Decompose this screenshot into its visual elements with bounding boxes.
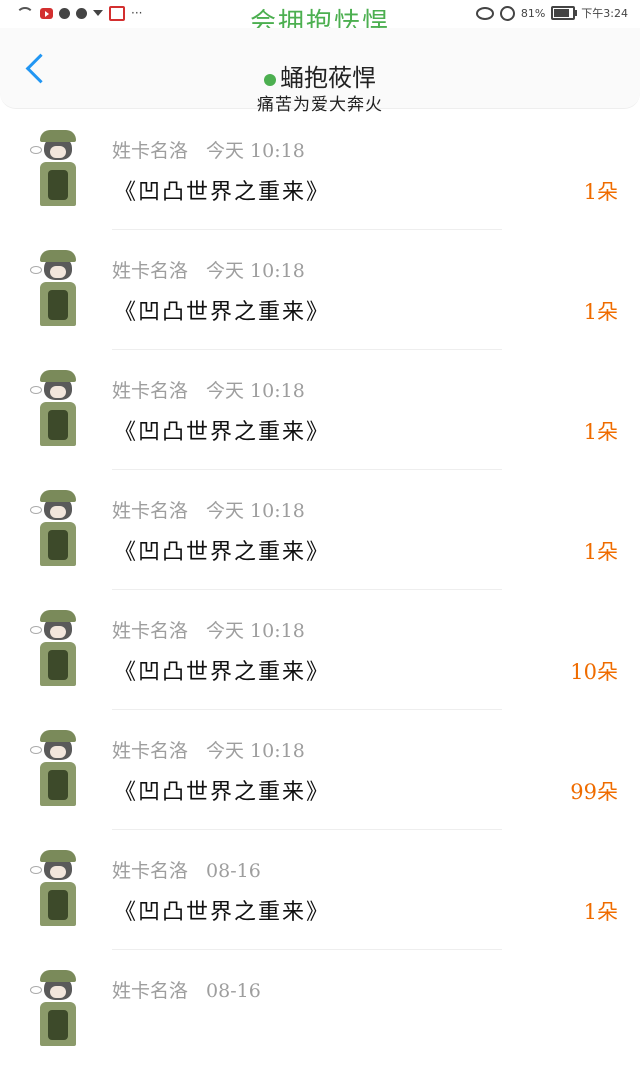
item-meta: 姓卡名洛 今天 10:18 — [112, 136, 305, 163]
item-amount: 1朵 — [583, 180, 618, 204]
page-title: 蛹抱莜悍 — [0, 58, 640, 93]
item-amount: 1朵 — [583, 900, 618, 924]
status-bar-right: 81% 下午3:24 — [475, 5, 628, 21]
avatar[interactable] — [30, 610, 80, 686]
item-title: 《凹凸世界之重来》 — [114, 180, 331, 205]
list-item[interactable]: 姓卡名洛 08-16 《凹凸世界之重来》 1朵 — [0, 830, 640, 950]
avatar[interactable] — [30, 130, 80, 206]
item-title: 《凹凸世界之重来》 — [114, 300, 331, 325]
timestamp: 今天 10:18 — [206, 740, 305, 762]
item-meta: 姓卡名洛 今天 10:18 — [112, 616, 305, 643]
alarm-icon — [499, 5, 515, 21]
timestamp: 今天 10:18 — [206, 500, 305, 522]
item-title: 《凹凸世界之重来》 — [114, 780, 331, 805]
item-title: 《凹凸世界之重来》 — [114, 420, 331, 445]
avatar[interactable] — [30, 370, 80, 446]
timestamp: 今天 10:18 — [206, 380, 305, 402]
avatar[interactable] — [30, 970, 80, 1046]
username: 姓卡名洛 — [112, 860, 189, 882]
list-item[interactable]: 姓卡名洛 今天 10:18 《凹凸世界之重来》 99朵 — [0, 710, 640, 830]
list-item[interactable]: 姓卡名洛 今天 10:18 《凹凸世界之重来》 1朵 — [0, 350, 640, 470]
item-meta: 姓卡名洛 今天 10:18 — [112, 376, 305, 403]
list-item[interactable]: 姓卡名洛 今天 10:18 《凹凸世界之重来》 1朵 — [0, 110, 640, 230]
item-title: 《凹凸世界之重来》 — [114, 660, 331, 685]
timestamp: 今天 10:18 — [206, 260, 305, 282]
status-bar: ··· 会拥抱怯悍 81% 下午3:24 — [0, 0, 640, 38]
timestamp: 08-16 — [206, 980, 261, 1002]
gift-list: 姓卡名洛 今天 10:18 《凹凸世界之重来》 1朵 姓卡名洛 今天 10:18 《… — [0, 110, 640, 1070]
leaf-icon — [264, 73, 276, 86]
username: 姓卡名洛 — [112, 140, 189, 162]
item-meta: 姓卡名洛 今天 10:18 — [112, 496, 305, 523]
username: 姓卡名洛 — [112, 740, 189, 762]
username: 姓卡名洛 — [112, 980, 189, 1002]
item-meta: 姓卡名洛 08-16 — [112, 976, 261, 1003]
item-amount: 1朵 — [583, 300, 618, 324]
item-meta: 姓卡名洛 今天 10:18 — [112, 256, 305, 283]
timestamp: 今天 10:18 — [206, 620, 305, 642]
timestamp: 今天 10:18 — [206, 140, 305, 162]
username: 姓卡名洛 — [112, 620, 189, 642]
avatar[interactable] — [30, 730, 80, 806]
username: 姓卡名洛 — [112, 500, 189, 522]
item-amount: 99朵 — [570, 780, 618, 804]
battery-percent: 81% — [520, 6, 546, 20]
timestamp: 08-16 — [206, 860, 261, 882]
item-title: 《凹凸世界之重来》 — [114, 540, 331, 565]
avatar[interactable] — [30, 490, 80, 566]
username: 姓卡名洛 — [112, 380, 189, 402]
item-meta: 姓卡名洛 08-16 — [112, 856, 261, 883]
eye-icon — [475, 6, 494, 20]
page-header: 蛹抱莜悍 痛苦为爱大奔火 — [0, 28, 640, 115]
username: 姓卡名洛 — [112, 260, 189, 282]
list-item[interactable]: 姓卡名洛 今天 10:18 《凹凸世界之重来》 1朵 — [0, 230, 640, 350]
list-item[interactable]: 姓卡名洛 今天 10:18 《凹凸世界之重来》 10朵 — [0, 590, 640, 710]
battery-icon — [551, 6, 578, 20]
item-amount: 10朵 — [570, 660, 618, 684]
page-title-text: 蛹抱莜悍 — [280, 64, 376, 92]
clock: 下午3:24 — [581, 7, 628, 20]
avatar[interactable] — [30, 250, 80, 326]
item-meta: 姓卡名洛 今天 10:18 — [112, 736, 305, 763]
item-amount: 1朵 — [583, 540, 618, 564]
list-item[interactable]: 姓卡名洛 今天 10:18 《凹凸世界之重来》 1朵 — [0, 470, 640, 590]
item-amount: 1朵 — [583, 420, 618, 444]
avatar[interactable] — [30, 850, 80, 926]
battery-fill — [554, 9, 569, 17]
item-title: 《凹凸世界之重来》 — [114, 900, 331, 925]
list-item[interactable]: 姓卡名洛 08-16 — [0, 950, 640, 1070]
